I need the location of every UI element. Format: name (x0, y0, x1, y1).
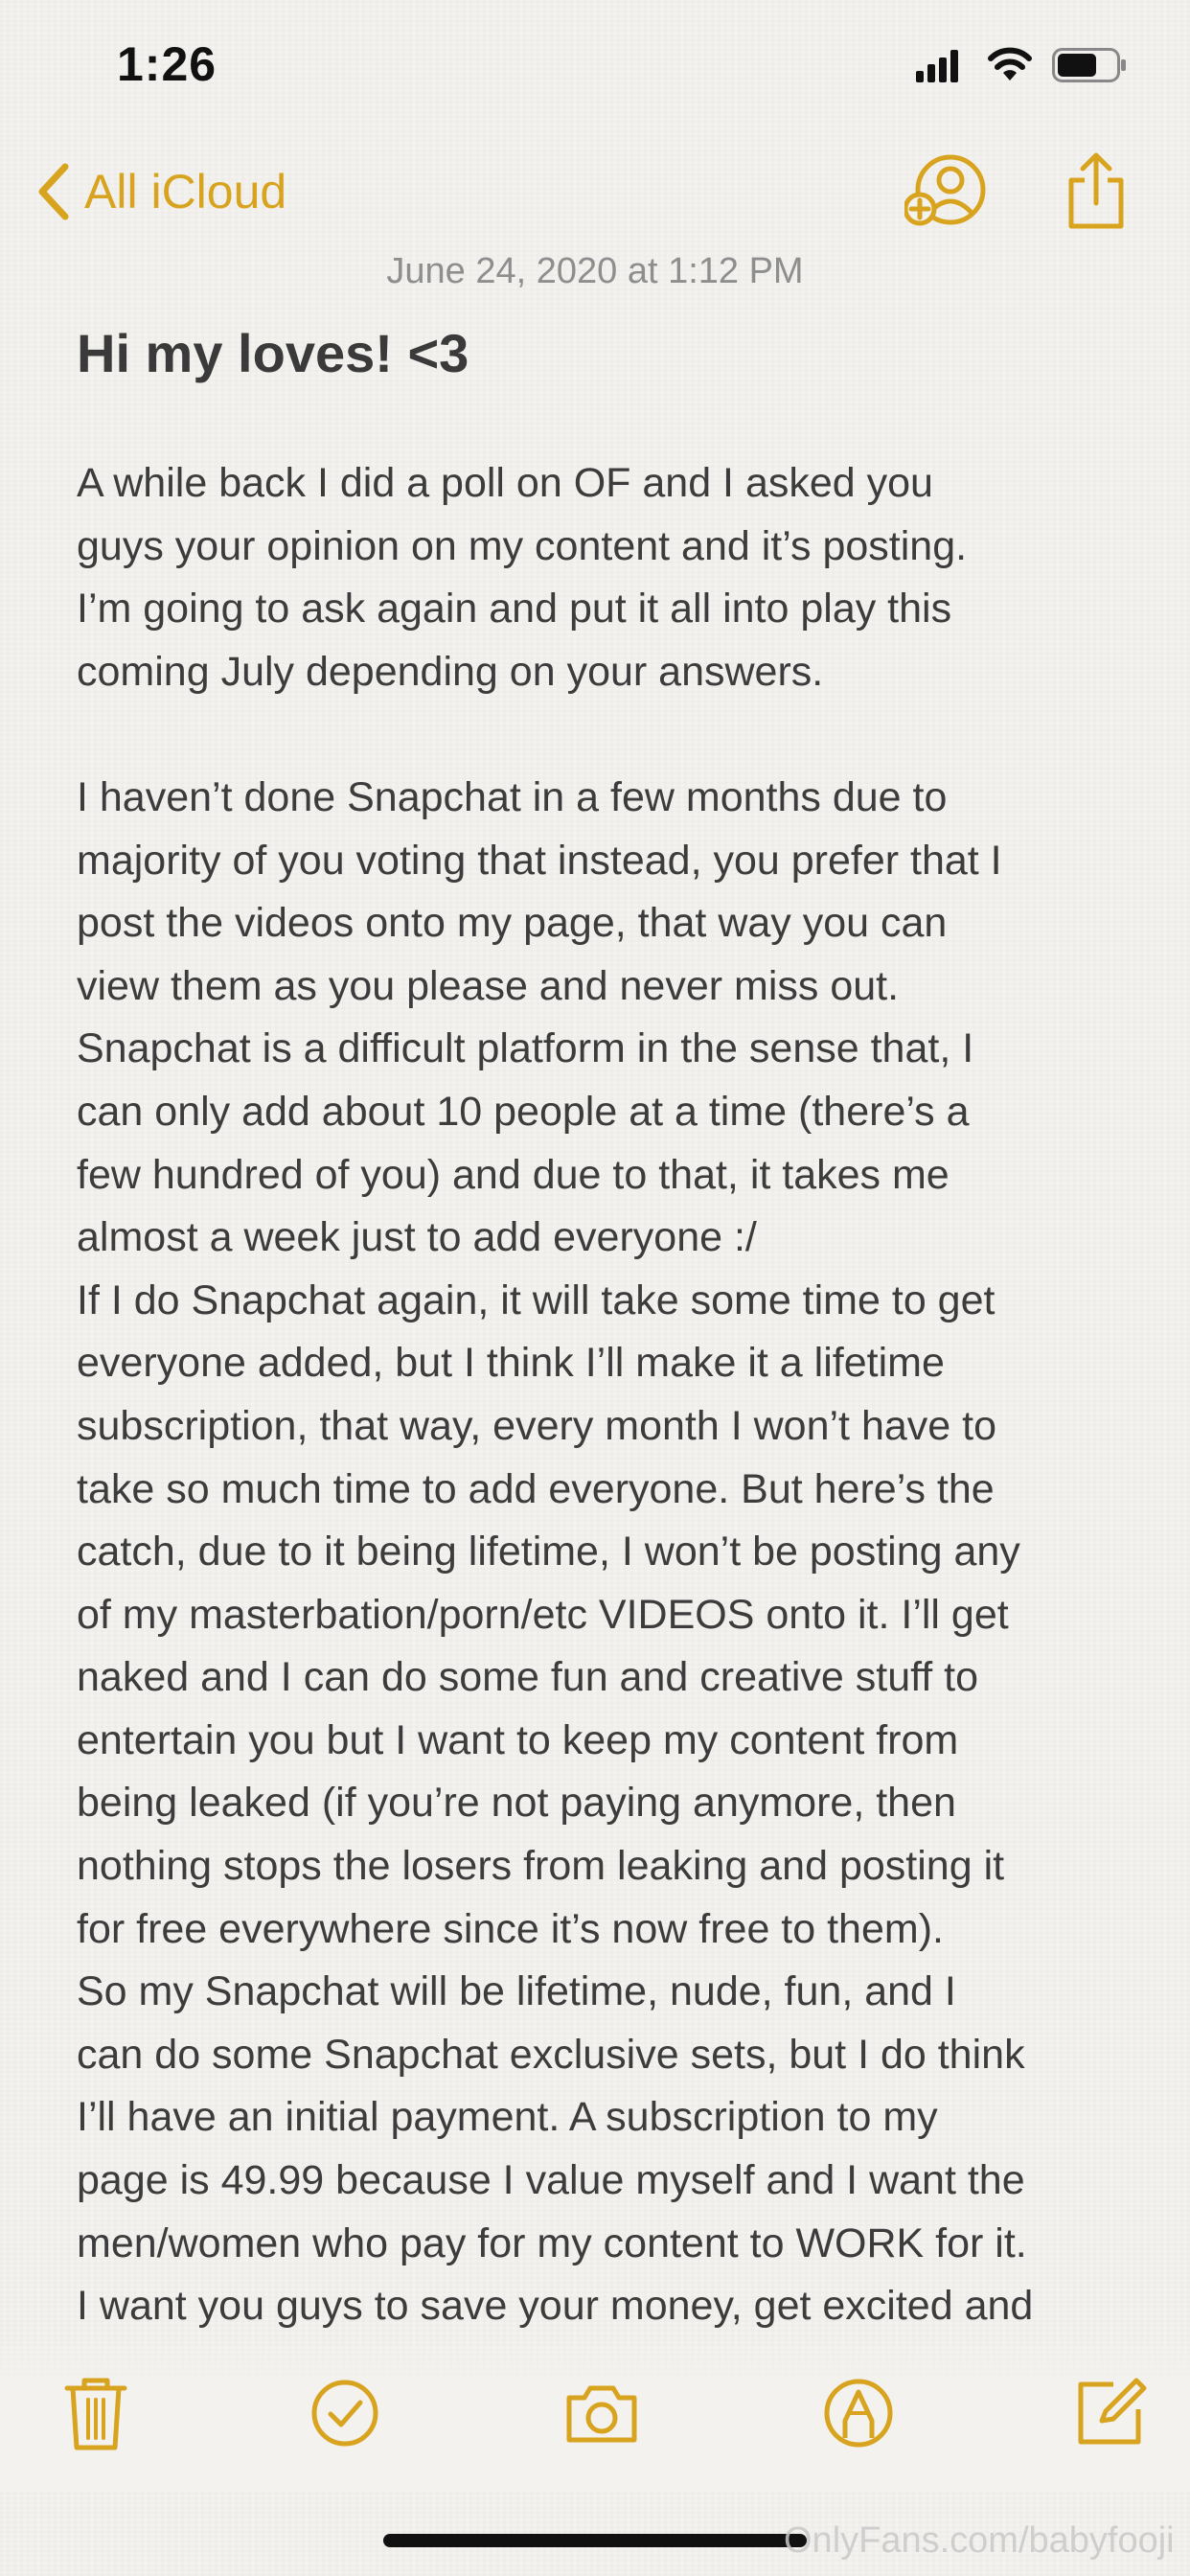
chevron-left-icon (38, 163, 69, 220)
compose-icon[interactable] (1071, 2375, 1148, 2451)
share-icon[interactable] (1065, 151, 1127, 232)
markup-icon[interactable] (820, 2375, 897, 2451)
watermark: OnlyFans.com/babyfooji (784, 2520, 1175, 2561)
note-date: June 24, 2020 at 1:12 PM (386, 251, 804, 291)
home-indicator[interactable] (383, 2534, 807, 2547)
trash-icon[interactable] (57, 2375, 134, 2451)
back-button[interactable]: All iCloud (34, 157, 286, 226)
status-bar: 1:26 (0, 0, 1190, 125)
camera-icon[interactable] (563, 2375, 640, 2451)
status-time: 1:26 (117, 37, 217, 91)
checklist-icon[interactable] (307, 2375, 383, 2451)
note-title[interactable]: Hi my loves! <3 (77, 322, 469, 384)
wifi-icon (988, 47, 1032, 80)
bottom-toolbar (0, 2338, 1190, 2492)
battery-icon (1052, 48, 1126, 82)
note-body[interactable]: A while back I did a poll on OF and I as… (77, 452, 1131, 2338)
navigation-bar: All iCloud (0, 144, 1190, 240)
add-people-icon[interactable] (904, 151, 987, 232)
back-label: All iCloud (84, 165, 287, 218)
cellular-signal-icon (916, 50, 960, 82)
